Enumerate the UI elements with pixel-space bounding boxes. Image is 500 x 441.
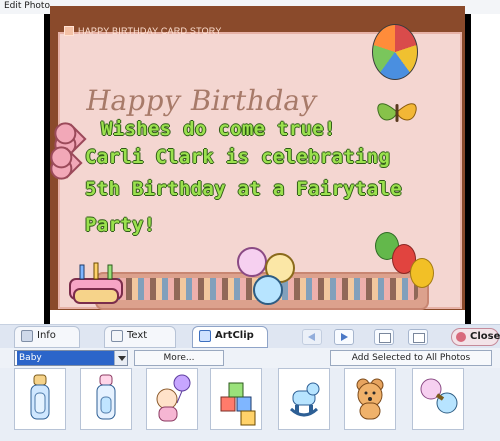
happy-birthday-text: Happy Birthday <box>83 84 321 117</box>
rotate-icon <box>413 333 425 343</box>
hot-air-balloon-icon <box>372 24 418 80</box>
close-button[interactable]: Close <box>451 328 500 346</box>
thumbnail-2[interactable] <box>80 368 132 430</box>
info-icon <box>21 330 33 342</box>
rattle-icon <box>420 378 458 414</box>
thumbnail-5[interactable] <box>278 368 330 430</box>
previous-button[interactable] <box>302 329 322 345</box>
butterfly-icon <box>373 94 421 130</box>
artclip-category-value: Baby <box>17 351 119 365</box>
close-icon <box>456 332 466 342</box>
rocking-horse-icon <box>289 382 320 417</box>
thumbnail-1[interactable] <box>14 368 66 430</box>
teddy-bear-icon <box>356 378 384 420</box>
baby-with-balloon-icon <box>156 374 191 422</box>
tab-artclip[interactable]: ArtClip <box>192 326 268 348</box>
tab-artclip-label: ArtClip <box>215 330 254 341</box>
wishes-line-4: Party! <box>85 214 156 236</box>
card-header-title: HAPPY BIRTHDAY CARD STORY <box>78 26 222 36</box>
bunny-rattle-icon <box>232 242 302 308</box>
artclip-thumbnails <box>14 368 498 438</box>
canvas-right-border <box>465 14 471 324</box>
birthday-cake-icon <box>60 255 132 309</box>
text-icon <box>111 330 123 342</box>
rotate-button[interactable] <box>408 329 428 345</box>
bottle-2-icon <box>96 374 116 420</box>
arrow-left-icon <box>308 333 315 341</box>
more-button[interactable]: More... <box>134 350 224 366</box>
bottle-1-icon <box>30 374 50 420</box>
next-button[interactable] <box>334 329 354 345</box>
chevron-down-button[interactable] <box>114 351 127 365</box>
tab-info[interactable]: Info <box>14 326 80 348</box>
chevron-down-icon <box>118 356 126 361</box>
wishes-line-3: 5th Birthday at a Fairytale <box>85 178 402 200</box>
tab-info-label: Info <box>37 330 56 341</box>
wishes-line-1: Wishes do come true! <box>101 118 336 140</box>
artclip-icon <box>199 330 211 342</box>
arrow-right-icon <box>341 333 348 341</box>
window-title: Edit Photo <box>4 1 50 11</box>
tab-text-label: Text <box>127 330 148 341</box>
thumbnail-4[interactable] <box>210 368 262 430</box>
thumbnail-3[interactable] <box>146 368 198 430</box>
artclip-category-select[interactable]: Baby <box>14 350 128 366</box>
close-button-label: Close <box>470 331 500 342</box>
crop-icon <box>379 333 391 343</box>
toy-blocks-icon <box>220 382 256 426</box>
wishes-line-2: Carli Clark is celebrating <box>85 146 391 168</box>
tab-text[interactable]: Text <box>104 326 176 348</box>
crop-button[interactable] <box>374 329 394 345</box>
card-header-icon <box>64 26 74 36</box>
add-selected-to-all-photos-button[interactable]: Add Selected to All Photos <box>330 350 492 366</box>
thumbnail-6[interactable] <box>344 368 396 430</box>
balloon-yellow-icon <box>410 258 434 288</box>
thumbnail-7[interactable] <box>412 368 464 430</box>
